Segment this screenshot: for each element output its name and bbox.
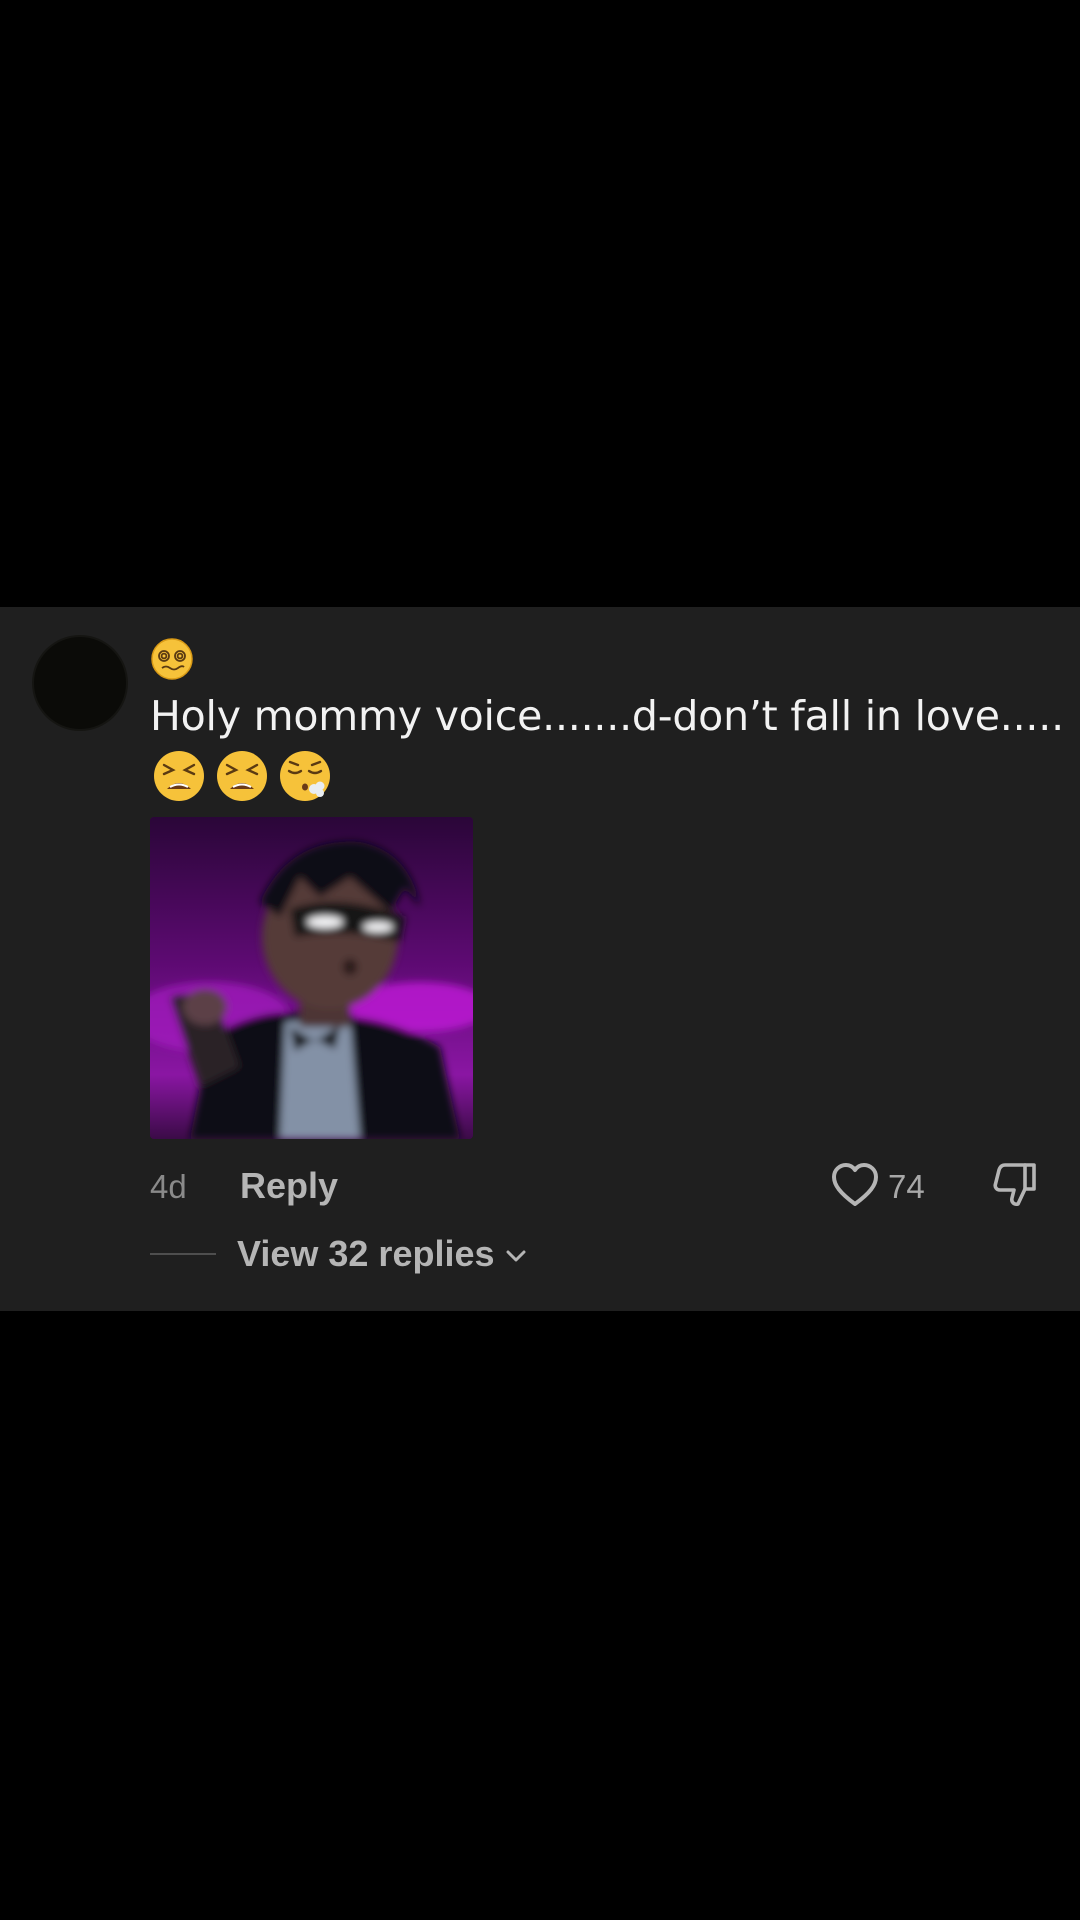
view-replies-label: View 32 replies <box>237 1233 495 1274</box>
tired-face-emoji-icon <box>217 751 267 801</box>
view-replies-button[interactable]: View 32 replies <box>237 1233 529 1275</box>
chevron-down-icon <box>506 1250 526 1262</box>
comment-attached-image[interactable] <box>150 817 473 1139</box>
thumbs-down-icon[interactable] <box>990 1159 1040 1209</box>
heart-outline-icon[interactable] <box>830 1161 880 1209</box>
comment-card: Holy mommy voice.......d-don’t fall in l… <box>0 607 1080 1311</box>
avatar[interactable] <box>34 637 126 729</box>
reply-button[interactable]: Reply <box>240 1165 338 1207</box>
spiral-eyes-emoji-icon[interactable] <box>150 637 194 681</box>
comment-emoji-row <box>152 749 332 805</box>
screen: Holy mommy voice.......d-don’t fall in l… <box>0 0 1080 1920</box>
comment-timestamp: 4d <box>150 1168 187 1205</box>
like-count: 74 <box>888 1168 925 1205</box>
tired-face-emoji-icon <box>154 751 204 801</box>
replies-divider-line <box>150 1253 216 1255</box>
face-exhaling-emoji-icon <box>280 751 330 801</box>
comment-text: Holy mommy voice.......d-don’t fall in l… <box>150 692 1064 740</box>
